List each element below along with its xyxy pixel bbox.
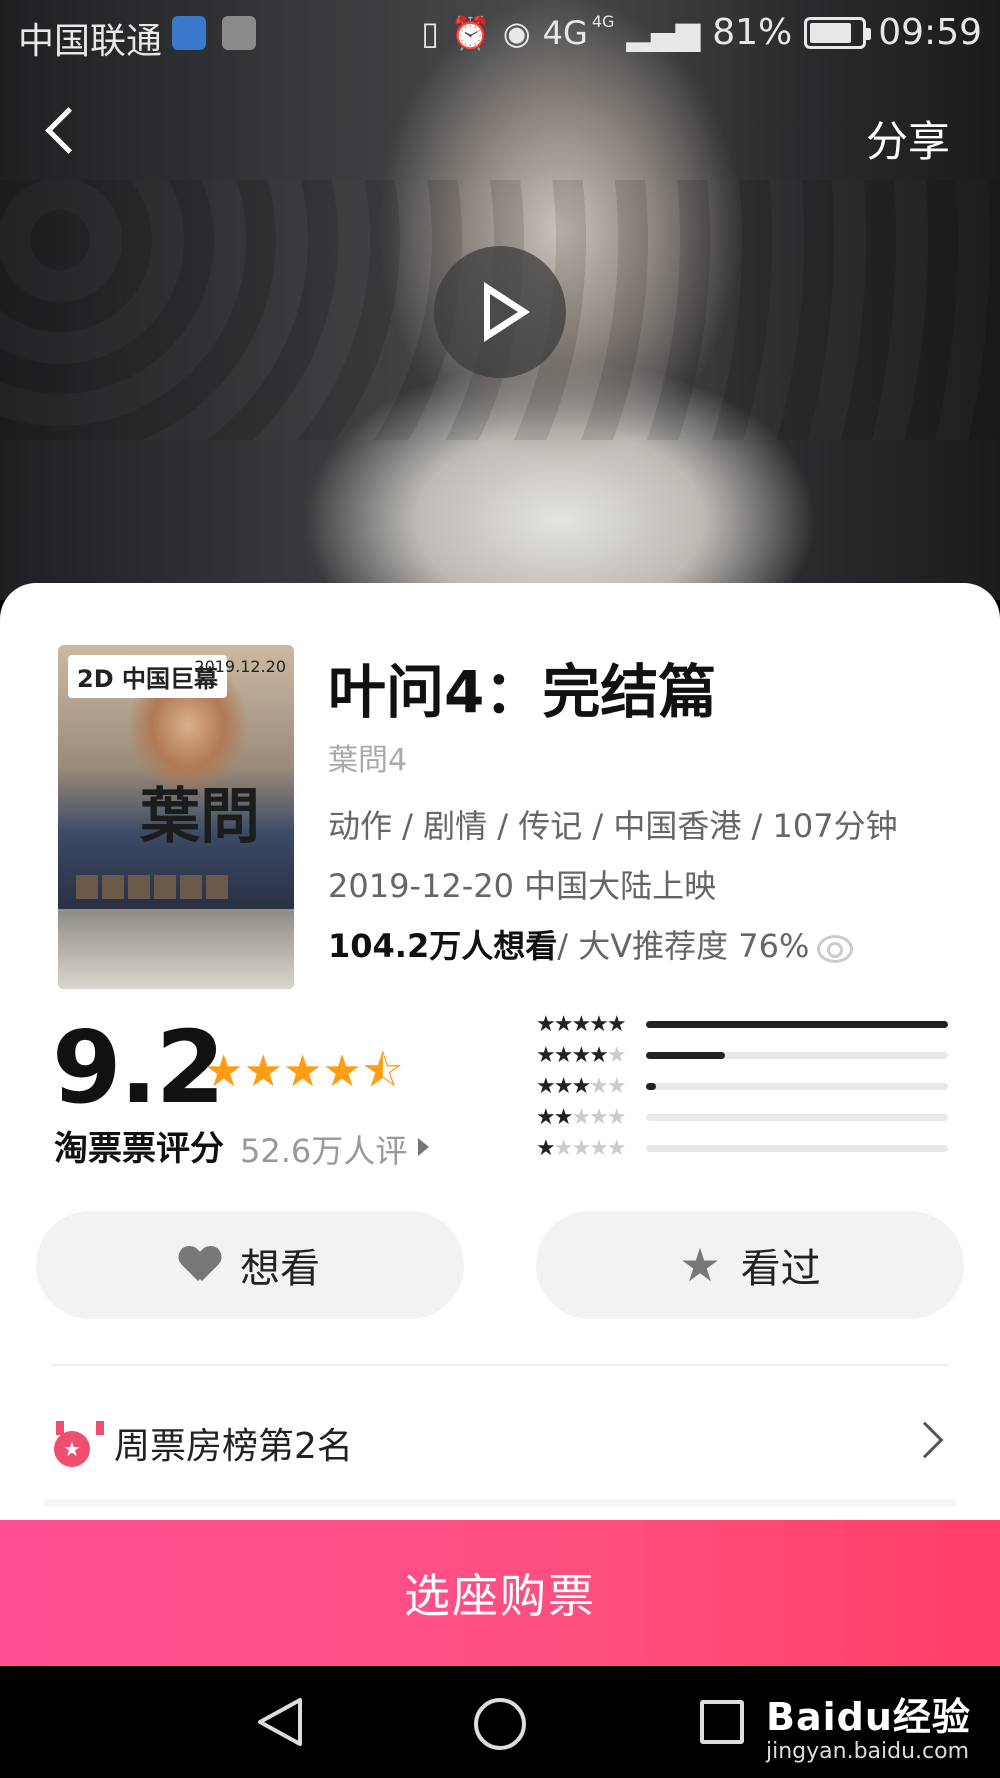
watched-label: 看过 <box>740 1246 821 1292</box>
baidu-watermark: Baidu经验 jingyan.baidu.com <box>766 1686 971 1764</box>
rating-dist-track <box>646 1052 948 1059</box>
nav-back-icon[interactable] <box>256 1696 304 1748</box>
nav-recent-apps-icon[interactable] <box>700 1700 744 1744</box>
rating-distribution: ★★★★★ ★★★★★ ★★★★★ ★★★★★ ★★★★★ <box>536 1009 948 1164</box>
rating-dist-stars-1: ★★★★★ <box>536 1136 627 1161</box>
nav-home-icon[interactable] <box>474 1698 526 1750</box>
heart-icon <box>180 1247 220 1283</box>
rating-score: 9.2 <box>52 1009 225 1126</box>
poster-calligraphy: 葉問 <box>140 782 260 852</box>
movie-info-card: 葉問 2D 中国巨幕 2019.12.20 叶问4：完结篇 葉問4 动作 / 剧… <box>0 583 1000 1523</box>
movie-want-line: 104.2万人想看 / 大V推荐度 76% <box>328 921 855 967</box>
clock: 09:59 <box>878 12 982 53</box>
eye-icon: ◉ <box>502 13 531 52</box>
vibrate-icon: ▯ <box>421 13 439 52</box>
rating-dist-bar-5 <box>646 1021 948 1028</box>
poster-cast-strip <box>76 875 228 899</box>
movie-release-line: 2019-12-20 中国大陆上映 <box>328 867 717 905</box>
rating-dist-stars-2: ★★★★★ <box>536 1105 627 1130</box>
want-count: 104.2万人想看 <box>328 927 558 965</box>
movie-genre-line: 动作 / 剧情 / 传记 / 中国香港 / 107分钟 <box>328 807 898 845</box>
rating-count-link[interactable]: 52.6万人评 <box>240 1126 407 1172</box>
rating-dist-stars-3: ★★★★★ <box>536 1074 627 1099</box>
box-office-rank-label: 周票房榜第2名 <box>114 1426 353 1467</box>
select-seat-buy-button[interactable]: 选座购票 <box>0 1520 1000 1666</box>
rating-stars: ★★★★⯪ <box>204 1039 403 1114</box>
network-type-label: 4G <box>542 13 588 52</box>
share-button[interactable]: 分享 <box>866 108 950 169</box>
box-office-rank-row[interactable]: 周票房榜第2名 <box>52 1403 948 1483</box>
poster-hall <box>58 909 294 989</box>
back-button[interactable] <box>38 100 98 160</box>
rating-dist-track <box>646 1083 948 1090</box>
section-divider <box>52 1364 948 1366</box>
rating-dist-bar-4 <box>646 1052 725 1059</box>
poster-date: 2019.12.20 <box>194 657 286 676</box>
rating-dist-track <box>646 1145 948 1152</box>
signal-icon: ▂▄▆ <box>626 13 701 52</box>
rating-dist-track <box>646 1114 948 1121</box>
watermark-sub: jingyan.baidu.com <box>766 1739 970 1764</box>
rating-dist-stars-5: ★★★★★ <box>536 1012 627 1037</box>
movie-title: 叶问4：完结篇 <box>328 658 717 726</box>
rating-dist-row-5: ★★★★★ <box>536 1009 948 1040</box>
network-type-small-label: 4G <box>591 12 615 31</box>
weibo-icon <box>815 929 855 963</box>
rating-dist-row-3: ★★★★★ <box>536 1071 948 1102</box>
watched-button[interactable]: ★ 看过 <box>536 1211 964 1319</box>
rating-dist-bar-3 <box>646 1083 656 1090</box>
play-trailer-button[interactable] <box>434 246 566 378</box>
movie-original-title: 葉問4 <box>328 743 408 778</box>
chevron-right-icon <box>906 1421 944 1459</box>
gallery-app-icon <box>222 16 256 50</box>
medal-icon <box>52 1421 104 1467</box>
health-app-icon <box>172 16 206 50</box>
caret-right-icon[interactable] <box>418 1138 429 1156</box>
want-to-watch-button[interactable]: 想看 <box>36 1211 464 1319</box>
section-separator <box>44 1499 956 1507</box>
movie-poster[interactable]: 葉問 2D 中国巨幕 2019.12.20 <box>58 645 294 989</box>
battery-fill <box>810 22 852 43</box>
carrier-label: 中国联通 <box>18 21 163 62</box>
alarm-icon: ⏰ <box>450 13 491 52</box>
rating-dist-stars-4: ★★★★★ <box>536 1043 627 1068</box>
rating-dist-track <box>646 1021 948 1028</box>
rating-dist-row-2: ★★★★★ <box>536 1102 948 1133</box>
status-bar: 中国联通 ▯ ⏰ ◉ 4G 4G ▂▄▆ 81% 09:59 <box>0 0 1000 66</box>
rating-dist-row-1: ★★★★★ <box>536 1133 948 1164</box>
star-icon: ★ <box>679 1238 721 1292</box>
rating-source-label: 淘票票评分 <box>54 1129 224 1169</box>
battery-icon <box>804 16 872 49</box>
status-right: ▯ ⏰ ◉ 4G 4G ▂▄▆ 81% 09:59 <box>421 12 982 53</box>
half-star-icon: ⯪ <box>361 1046 404 1097</box>
want-to-watch-label: 想看 <box>240 1246 320 1292</box>
rating-dist-row-4: ★★★★★ <box>536 1040 948 1071</box>
recommend-rate: / 大V推荐度 76% <box>557 927 810 965</box>
system-nav-bar: Baidu经验 jingyan.baidu.com <box>0 1666 1000 1778</box>
watermark-main: Baidu经验 <box>766 1695 971 1739</box>
battery-percent: 81% <box>712 12 793 53</box>
